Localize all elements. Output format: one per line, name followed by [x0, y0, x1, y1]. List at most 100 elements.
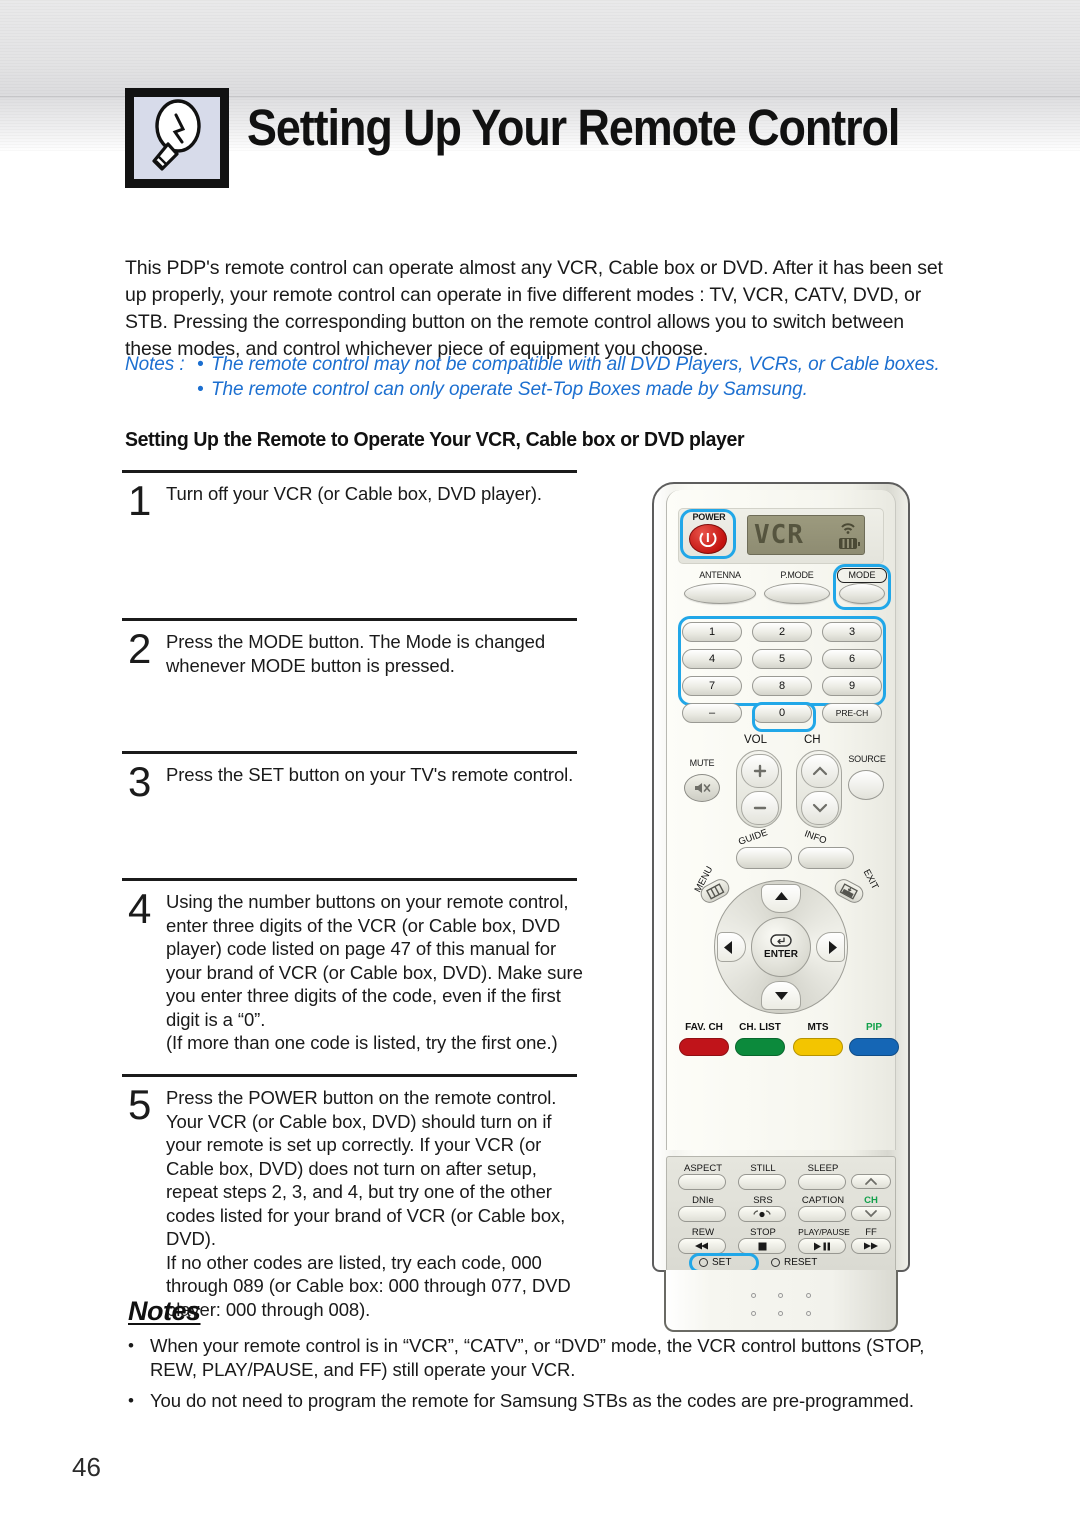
still-label: STILL — [750, 1163, 776, 1174]
key-9[interactable]: 9 — [822, 676, 882, 696]
srs-label: SRS — [753, 1195, 773, 1206]
lower-channel-up-button[interactable] — [851, 1174, 891, 1189]
key-3[interactable]: 3 — [822, 622, 882, 642]
document-page: Setting Up Your Remote Control This PDP'… — [0, 0, 1080, 1528]
aspect-label: ASPECT — [683, 1163, 722, 1174]
still-button[interactable] — [738, 1174, 786, 1190]
remote-mode-row: ANTENNA P.MODE MODE — [652, 564, 910, 616]
bullet-icon: • — [128, 1391, 134, 1410]
top-note-row-2: • The remote control can only operate Se… — [125, 377, 955, 402]
pip-button[interactable] — [849, 1038, 899, 1056]
sleep-label: SLEEP — [807, 1163, 839, 1174]
stop-icon — [758, 1242, 766, 1250]
antenna-button[interactable] — [684, 583, 756, 604]
arrow-right-icon — [829, 941, 837, 954]
mute-button[interactable] — [684, 774, 720, 802]
top-note-row-1: Notes : • The remote control may not be … — [125, 352, 955, 377]
key-8[interactable]: 8 — [752, 676, 812, 696]
vol-label: VOL — [744, 734, 768, 746]
volume-down-button[interactable] — [741, 791, 779, 825]
intro-paragraph: This PDP's remote control can operate al… — [125, 257, 943, 360]
key-dash[interactable]: – — [682, 703, 742, 723]
section-heading: Setting Up the Remote to Operate Your VC… — [125, 428, 745, 451]
volume-up-button[interactable] — [741, 754, 779, 788]
top-note-indent — [125, 377, 197, 402]
bottom-notes: Notes • When your remote control is in “… — [128, 1296, 948, 1413]
enter-button[interactable]: ENTER — [751, 917, 811, 977]
remote-control-illustration: POWER VCR ANTENNA P.MODE MODE 1 2 3 4 5 … — [652, 482, 910, 1332]
info-button[interactable] — [798, 847, 854, 869]
step-divider — [122, 618, 577, 621]
lightbulb-icon — [125, 88, 229, 188]
step-item: 1 Turn off your VCR (or Cable box, DVD p… — [122, 470, 587, 618]
rewind-icon — [695, 1242, 708, 1250]
fav-ch-button[interactable] — [679, 1038, 729, 1056]
step-text: Press the MODE button. The Mode is chang… — [166, 631, 546, 676]
mute-label: MUTE — [689, 758, 715, 768]
step-divider — [122, 751, 577, 754]
step-number: 5 — [128, 1081, 152, 1128]
sleep-button[interactable] — [798, 1174, 846, 1190]
pip-label: PIP — [865, 1022, 883, 1033]
srs-button[interactable] — [738, 1206, 786, 1222]
rew-label: REW — [691, 1227, 715, 1238]
bullet-icon: • — [197, 379, 204, 400]
arrow-left-icon — [724, 941, 732, 954]
key-pre-ch[interactable]: PRE-CH — [822, 703, 882, 723]
bottom-note-item: • When your remote control is in “VCR”, … — [128, 1334, 948, 1382]
ch-label: CH — [804, 734, 821, 746]
lower-ch-label: CH — [864, 1195, 878, 1206]
remote-lcd-display: VCR — [747, 515, 865, 555]
chevron-down-icon — [865, 1210, 877, 1218]
lower-channel-down-button[interactable] — [851, 1206, 891, 1221]
fast-forward-icon — [864, 1242, 878, 1250]
key-5[interactable]: 5 — [752, 649, 812, 669]
chevron-up-icon — [812, 766, 828, 776]
play-pause-icon — [814, 1242, 830, 1250]
key-6[interactable]: 6 — [822, 649, 882, 669]
channel-rocker[interactable] — [796, 750, 842, 828]
aspect-button[interactable] — [678, 1174, 726, 1190]
guide-button[interactable] — [736, 847, 792, 869]
srs-icon — [753, 1209, 771, 1217]
bottom-notes-title: Notes — [128, 1296, 201, 1326]
step-item: 5 Press the POWER button on the remote c… — [122, 1074, 587, 1320]
mts-button[interactable] — [793, 1038, 843, 1056]
remote-lower-panel: ASPECT STILL SLEEP DNIe SRS CAPTION CH R… — [666, 1156, 896, 1273]
step-text: Using the number buttons on your remote … — [166, 891, 583, 1053]
bottom-note-item: • You do not need to program the remote … — [128, 1389, 948, 1413]
reset-button[interactable]: RESET — [771, 1257, 817, 1268]
chevron-up-icon — [865, 1177, 877, 1185]
source-button[interactable] — [848, 770, 884, 800]
step-number: 1 — [128, 477, 152, 524]
key-4[interactable]: 4 — [682, 649, 742, 669]
channel-up-button[interactable] — [801, 754, 839, 788]
ff-label: FF — [865, 1227, 877, 1238]
caption-button[interactable] — [798, 1206, 846, 1222]
step-text: Press the SET button on your TV's remote… — [166, 764, 574, 785]
step-number: 4 — [128, 885, 152, 932]
play-pause-button[interactable] — [798, 1238, 846, 1254]
dnie-button[interactable] — [678, 1206, 726, 1222]
step-number: 3 — [128, 758, 152, 805]
mts-label: MTS — [807, 1022, 829, 1033]
top-notes-lead: Notes : — [125, 354, 185, 375]
stop-button[interactable] — [738, 1238, 786, 1254]
key-2[interactable]: 2 — [752, 622, 812, 642]
bottom-note-text: You do not need to program the remote fo… — [150, 1390, 914, 1411]
pmode-button[interactable] — [764, 583, 830, 604]
top-note-item-1: The remote control may not be compatible… — [211, 354, 940, 375]
ch-list-button[interactable] — [735, 1038, 785, 1056]
step-divider — [122, 1074, 577, 1077]
key-7[interactable]: 7 — [682, 676, 742, 696]
volume-rocker[interactable] — [736, 750, 782, 828]
rew-button[interactable] — [678, 1238, 726, 1254]
key-1[interactable]: 1 — [682, 622, 742, 642]
enter-label: ENTER — [764, 949, 798, 960]
source-label: SOURCE — [848, 754, 886, 764]
channel-down-button[interactable] — [801, 791, 839, 825]
signal-icon — [841, 523, 855, 534]
ff-button[interactable] — [851, 1238, 891, 1254]
page-header: Setting Up Your Remote Control — [125, 88, 988, 188]
navigation-dpad[interactable]: ENTER — [714, 880, 848, 1014]
